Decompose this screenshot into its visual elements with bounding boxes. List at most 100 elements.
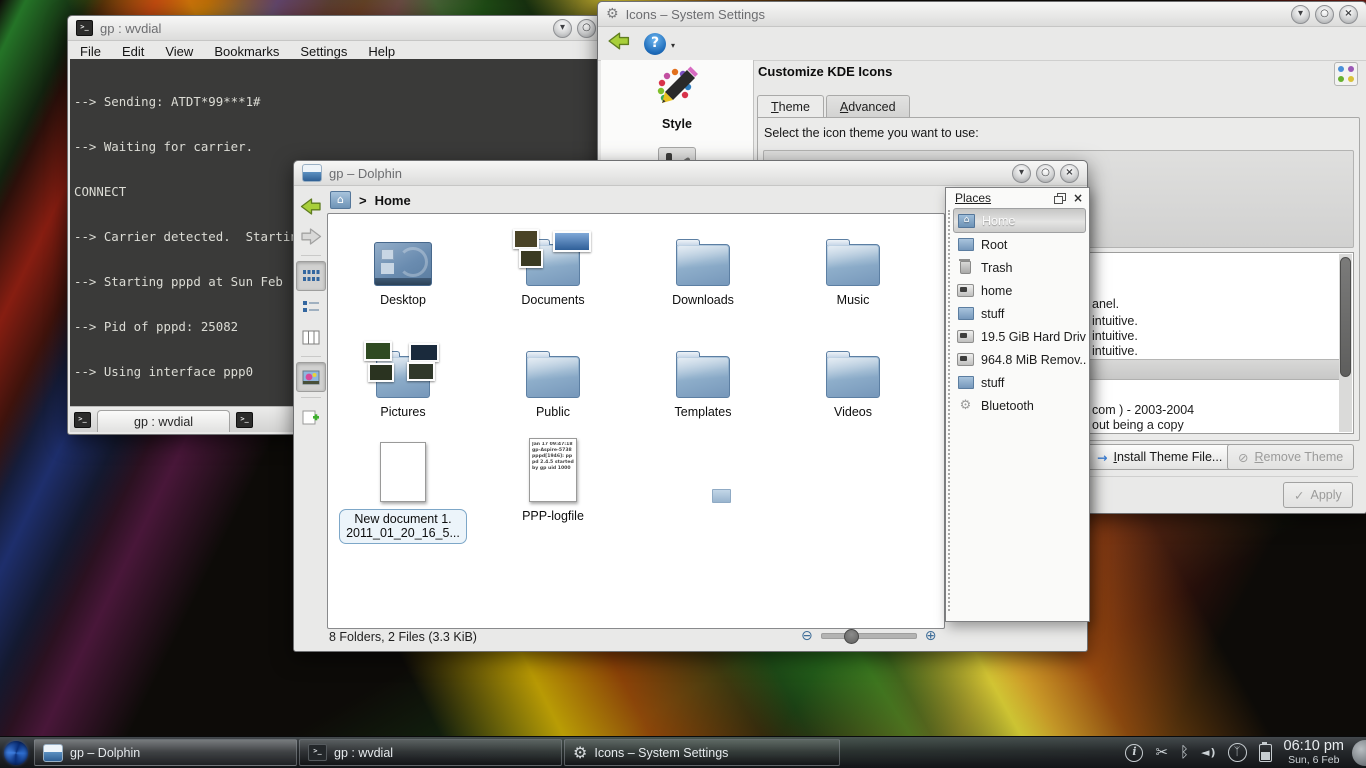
file-item-music[interactable]: Music [778,222,928,307]
float-panel-icon[interactable] [1054,193,1065,203]
home-icon[interactable]: ⌂ [330,191,351,209]
places-item-home-partition[interactable]: home [953,279,1086,302]
system-tray: i ✂ ᛒ ◄ ) ᛉ [1125,743,1271,762]
minimize-button[interactable]: ▾ [1291,5,1310,24]
panel-toolbox-cashew[interactable] [1352,740,1366,766]
terminal-icon: >_ [308,744,327,761]
kde-launcher-button[interactable] [0,737,32,768]
clock[interactable]: 06:10 pm Sun, 6 Feb [1284,739,1344,766]
file-item-public[interactable]: Public [478,334,628,419]
file-item-pictures[interactable]: Pictures [328,334,478,419]
new-tab-button[interactable]: >_ [74,412,91,428]
zoom-controls: ⊖ ⊕ [801,629,936,643]
details-view-button[interactable] [297,293,325,321]
zoom-out-icon[interactable]: ⊖ [801,629,813,643]
help-button[interactable]: ? ▾ [644,33,666,55]
places-item-stuff-2[interactable]: stuff [953,371,1086,394]
volume-icon[interactable]: ◄ ) [1201,746,1216,759]
back-button[interactable] [297,192,325,220]
apply-button[interactable]: ✓ Apply [1283,482,1353,508]
tab-theme[interactable]: Theme [757,95,824,117]
zoom-slider[interactable] [821,633,917,639]
folder-view[interactable]: Desktop Documents Downloads Music [327,213,945,629]
battery-icon[interactable] [1259,744,1272,762]
file-item-new-document[interactable]: New document 1.2011_01_20_16_5... [328,440,478,544]
places-item-trash[interactable]: Trash [953,256,1086,279]
menu-bookmarks[interactable]: Bookmarks [214,44,279,59]
scrollbar[interactable] [1339,254,1352,432]
konsole-tab-active[interactable]: gp : wvdial [97,410,230,432]
dolphin-app-icon [302,164,322,182]
menu-file[interactable]: File [80,44,101,59]
konsole-titlebar[interactable]: >_ gp : wvdial ▾ ○ × [68,16,628,41]
icons-view-button[interactable] [296,261,326,291]
dolphin-icon [43,744,63,762]
places-item-root[interactable]: Root [953,233,1086,256]
close-button[interactable]: × [1339,5,1358,24]
check-icon: ✓ [1294,488,1304,503]
dolphin-titlebar[interactable]: gp – Dolphin ▾ ○ × [294,161,1087,186]
maximize-button[interactable]: ○ [1036,164,1055,183]
usb-device-icon[interactable]: ᛉ [1228,743,1247,762]
theme-description-fragment: anel. [1092,297,1119,311]
places-label: 964.8 MiB Remov... [981,353,1086,367]
places-header[interactable]: Places × [946,188,1089,208]
places-label: home [981,284,1012,298]
split-terminal-button[interactable]: >_ [236,412,253,428]
file-item-ppp-logfile[interactable]: Jan 17 09:47:18 gp-Aspire-5738 pppd[1946… [478,440,628,523]
text-file-icon: Jan 17 09:47:18 gp-Aspire-5738 pppd[1946… [529,438,577,502]
places-item-hard-drive[interactable]: 19.5 GiB Hard Drive [953,325,1086,348]
system-settings-titlebar[interactable]: ⚙ Icons – System Settings ▾ ○ × [598,2,1366,27]
places-item-home[interactable]: ⌂ Home [953,208,1086,233]
places-item-stuff[interactable]: stuff [953,302,1086,325]
close-button[interactable]: × [1060,164,1079,183]
menu-settings[interactable]: Settings [300,44,347,59]
divider [301,397,321,398]
notifications-icon[interactable]: i [1125,744,1143,762]
sidebar-item-style[interactable]: Style [601,60,753,131]
preview-toggle-button[interactable] [296,362,326,392]
file-item-videos[interactable]: Videos [778,334,928,419]
item-label: Pictures [328,405,478,419]
task-dolphin[interactable]: gp – Dolphin [34,739,297,766]
forward-button[interactable] [297,222,325,250]
places-label: stuff [981,376,1004,390]
back-button[interactable] [606,29,632,58]
menu-edit[interactable]: Edit [122,44,144,59]
scrollbar-thumb[interactable] [1340,257,1351,377]
maximize-button[interactable]: ○ [1315,5,1334,24]
zoom-slider-handle[interactable] [844,629,859,644]
task-system-settings[interactable]: ⚙ Icons – System Settings [564,739,840,766]
menu-help[interactable]: Help [368,44,395,59]
columns-view-button[interactable] [297,323,325,351]
places-item-removable[interactable]: 964.8 MiB Remov... [953,348,1086,371]
document-icon [380,442,426,502]
file-item-templates[interactable]: Templates [628,334,778,419]
minimize-button[interactable]: ▾ [553,19,572,38]
tab-advanced[interactable]: Advanced [826,95,910,117]
file-item-desktop[interactable]: Desktop [328,222,478,307]
install-theme-button[interactable]: → Install Theme File... [1086,444,1233,470]
maximize-button[interactable]: ○ [577,19,596,38]
klipper-scissors-icon[interactable]: ✂ [1155,745,1168,760]
task-konsole[interactable]: >_ gp : wvdial [299,739,562,766]
breadcrumb: ⌂ > Home [330,190,411,210]
divider [301,255,321,256]
drive-icon [957,284,974,297]
module-header: Customize KDE Icons [758,64,892,79]
breadcrumb-home[interactable]: Home [375,193,411,208]
places-item-bluetooth[interactable]: ⚙ Bluetooth [953,394,1086,417]
file-item-downloads[interactable]: Downloads [628,222,778,307]
file-item-documents[interactable]: Documents [478,222,628,307]
bluetooth-icon[interactable]: ᛒ [1180,745,1189,760]
preview-icon [302,370,320,385]
menu-view[interactable]: View [165,44,193,59]
close-panel-icon[interactable]: × [1073,192,1083,204]
split-view-button[interactable] [297,403,325,431]
item-label: Videos [778,405,928,419]
zoom-in-icon[interactable]: ⊕ [925,629,937,643]
minimize-button[interactable]: ▾ [1012,164,1031,183]
remove-theme-button[interactable]: ⊘ Remove Theme [1227,444,1354,470]
apply-label: Apply [1310,488,1341,502]
speaker-glyph: ◄ [1201,747,1209,758]
